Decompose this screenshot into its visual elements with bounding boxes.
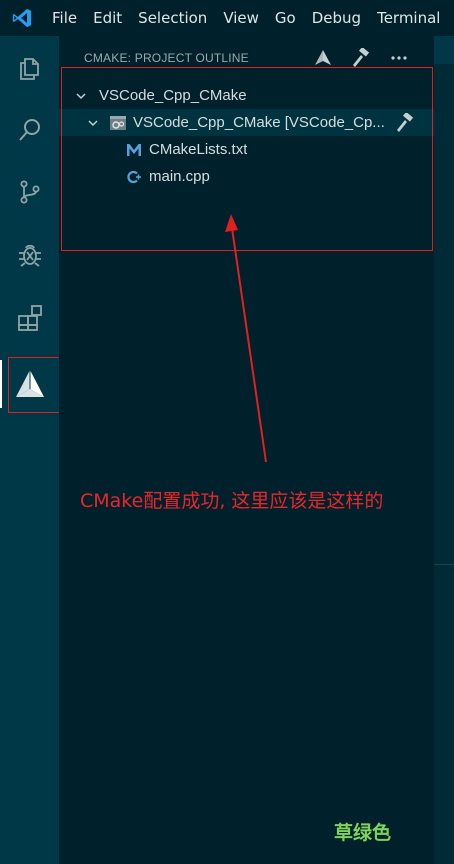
cmake-file-icon [125, 141, 143, 159]
extensions-icon[interactable] [0, 290, 59, 346]
target-name: VSCode_Cpp_CMake [VSCode_Cp... [133, 114, 385, 131]
tree-item-project[interactable]: VSCode_Cpp_CMake [59, 82, 434, 109]
editor-divider [434, 564, 454, 565]
menu-edit[interactable]: Edit [85, 0, 130, 36]
activity-bar [0, 36, 59, 864]
project-outline-tree: VSCode_Cpp_CMake VSCode_Cpp_CMake [VSCod… [59, 82, 434, 190]
project-name: VSCode_Cpp_CMake [99, 87, 247, 104]
menu-go[interactable]: Go [267, 0, 304, 36]
tree-item-file[interactable]: main.cpp [59, 163, 434, 190]
menu-view[interactable]: View [215, 0, 267, 36]
watermark-text: 草绿色 [334, 822, 392, 844]
menu-selection[interactable]: Selection [130, 0, 215, 36]
debug-icon[interactable] [0, 226, 59, 282]
menu-debug[interactable]: Debug [304, 0, 369, 36]
editor-area [434, 36, 454, 864]
source-control-icon[interactable] [0, 164, 59, 220]
search-icon[interactable] [0, 102, 59, 158]
menu-bar: File Edit Selection View Go Debug Termin… [0, 0, 454, 36]
cmake-icon[interactable] [0, 356, 59, 412]
vscode-logo-icon[interactable] [0, 0, 44, 36]
panel-title: CMAKE: PROJECT OUTLINE [84, 51, 249, 65]
executable-target-icon [109, 114, 127, 132]
tree-item-target[interactable]: VSCode_Cpp_CMake [VSCode_Cp... [59, 109, 434, 136]
panel-header: CMAKE: PROJECT OUTLINE [59, 46, 434, 70]
editor-tab-edge [434, 36, 454, 64]
files-icon[interactable] [0, 40, 59, 96]
panel-actions [310, 46, 412, 70]
chevron-down-icon[interactable] [73, 88, 89, 104]
file-name: CMakeLists.txt [149, 141, 248, 158]
build-icon[interactable] [348, 46, 374, 70]
more-icon[interactable] [386, 46, 412, 70]
tree-item-file[interactable]: CMakeLists.txt [59, 136, 434, 163]
chevron-down-icon[interactable] [85, 115, 101, 131]
configure-icon[interactable] [310, 46, 336, 70]
cmake-sidebar: CMAKE: PROJECT OUTLINE VSCode_Cpp_CMake … [59, 36, 434, 864]
menu-terminal[interactable]: Terminal [369, 0, 448, 36]
build-target-icon[interactable] [394, 112, 416, 134]
annotation-text: CMake配置成功, 这里应该是这样的 [80, 490, 384, 512]
file-name: main.cpp [149, 168, 210, 185]
cpp-file-icon [125, 168, 143, 186]
menu-file[interactable]: File [44, 0, 85, 36]
